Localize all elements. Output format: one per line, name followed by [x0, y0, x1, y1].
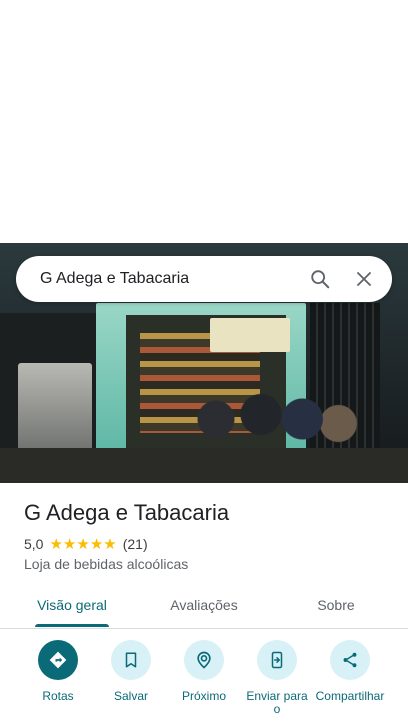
star-icon: ★	[89, 535, 104, 553]
rating-value: 5,0	[24, 536, 44, 552]
star-icon: ★	[49, 535, 63, 553]
place-title: G Adega e Tabacaria	[24, 500, 230, 525]
send-to-phone-button[interactable]: Enviar para o	[237, 640, 317, 716]
directions-button[interactable]: Rotas	[18, 640, 98, 703]
tab-about[interactable]: Sobre	[284, 584, 388, 626]
photo-grill	[18, 363, 92, 453]
send-to-phone-icon	[257, 640, 297, 680]
place-category: Loja de bebidas alcoólicas	[24, 556, 189, 572]
search-query[interactable]: G Adega e Tabacaria	[16, 270, 298, 288]
save-label: Salvar	[113, 689, 148, 703]
rating-stars: ★ ★ ★ ★ ★	[49, 537, 116, 552]
star-icon: ★	[103, 535, 117, 553]
nearby-icon	[184, 640, 224, 680]
bookmark-icon	[111, 640, 151, 680]
save-button[interactable]: Salvar	[91, 640, 171, 703]
review-count: (21)	[122, 536, 148, 552]
directions-icon	[38, 640, 78, 680]
action-bar: Rotas Salvar Próximo Enviar para o Compa…	[0, 640, 408, 726]
nearby-label: Próximo	[181, 689, 226, 703]
send-to-phone-label: Enviar para o	[246, 689, 308, 716]
close-icon[interactable]	[342, 256, 386, 302]
active-tab-indicator	[35, 624, 109, 627]
nearby-button[interactable]: Próximo	[164, 640, 244, 703]
star-icon: ★	[76, 535, 90, 553]
directions-label: Rotas	[42, 689, 74, 703]
share-label: Compartilhar	[315, 689, 385, 703]
star-icon: ★	[62, 535, 77, 553]
share-icon	[330, 640, 370, 680]
tab-reviews[interactable]: Avaliações	[152, 584, 256, 626]
photo-sign	[210, 318, 290, 352]
search-bar[interactable]: G Adega e Tabacaria	[16, 256, 392, 302]
tab-overview[interactable]: Visão geral	[20, 584, 124, 626]
rating-row[interactable]: 5,0 ★ ★ ★ ★ ★ (21)	[24, 536, 148, 552]
photo-people	[180, 383, 360, 473]
share-button[interactable]: Compartilhar	[310, 640, 390, 703]
tab-bar: Visão geral Avaliações Sobre	[0, 584, 408, 629]
search-icon[interactable]	[298, 256, 342, 302]
